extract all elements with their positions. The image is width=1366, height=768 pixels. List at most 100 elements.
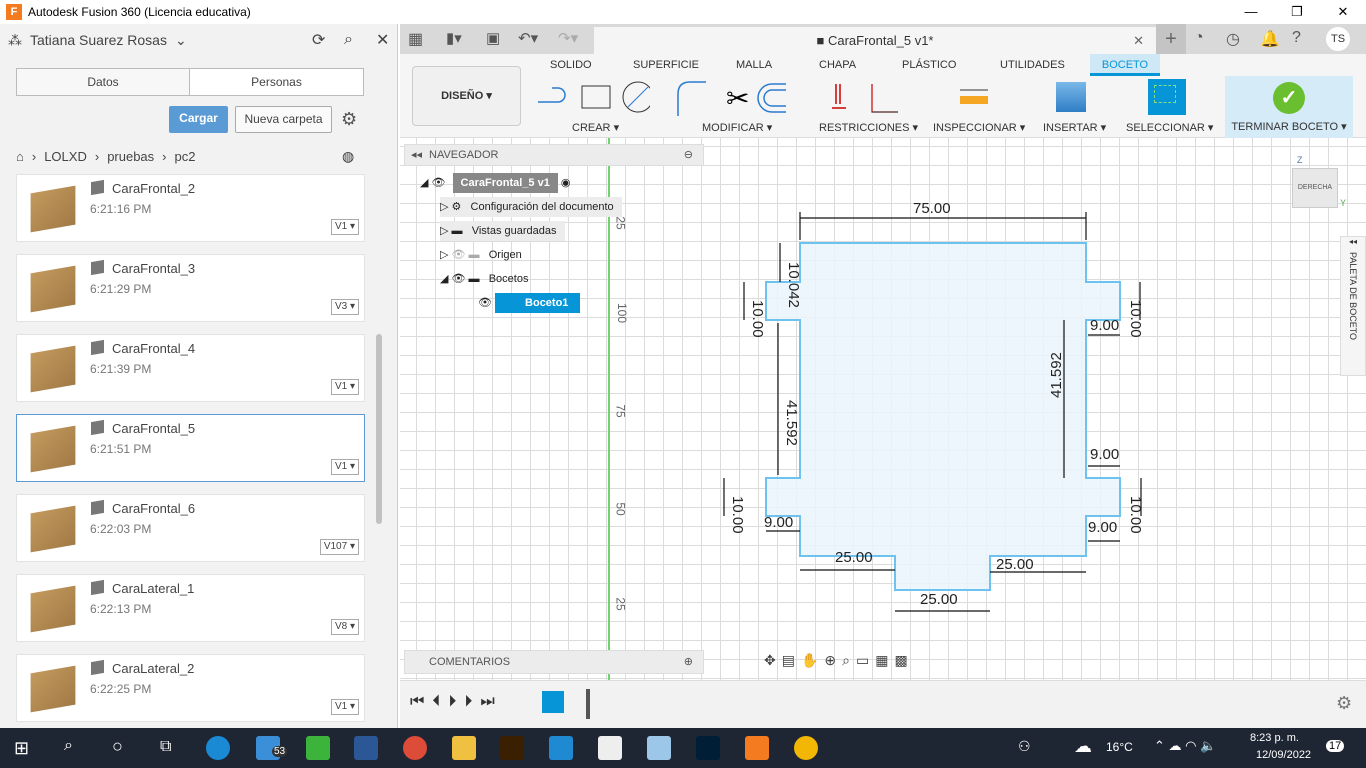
group-modificar[interactable]: MODIFICAR ▾ (702, 121, 772, 134)
tree-node-origin[interactable]: ▷ 👁 ▬ Origen (440, 245, 522, 265)
home-icon[interactable]: ⌂ (16, 149, 24, 164)
file-name[interactable]: CaraFrontal_4 (112, 341, 195, 356)
crumb-pc2[interactable]: pc2 (175, 149, 196, 164)
timeline-sketch-icon[interactable] (542, 691, 564, 713)
create-tools-icons[interactable] (530, 80, 650, 116)
version-dropdown[interactable]: V1 ▾ (330, 219, 359, 235)
version-dropdown[interactable]: V107 ▾ (319, 539, 359, 555)
file-icon[interactable]: ▮▾ (446, 29, 462, 47)
group-seleccionar[interactable]: SELECCIONAR ▾ (1126, 121, 1213, 134)
dimension-label[interactable]: 10.042 (785, 262, 802, 308)
avatar[interactable]: TS (1326, 27, 1350, 51)
tab-solido[interactable]: SOLIDO (550, 59, 592, 71)
tree-node-settings[interactable]: ▷ ⚙ Configuración del documento (440, 197, 622, 217)
notification-center[interactable]: 17 (1326, 740, 1345, 752)
tab-boceto[interactable]: BOCETO (1090, 54, 1160, 76)
chevron-down-icon[interactable]: ⌄ (175, 32, 187, 49)
file-name[interactable]: CaraFrontal_5 (112, 421, 195, 436)
app-icon[interactable] (306, 736, 330, 760)
tree-node-sketch1[interactable]: 👁 Boceto1 (478, 293, 581, 313)
file-item[interactable]: CaraLateral_1 6:22:13 PM V8 ▾ (16, 574, 365, 642)
comments-panel[interactable]: COMENTARIOS ⊕ (404, 650, 704, 674)
tree-node-sketches[interactable]: ◢ 👁 ▬ Bocetos (440, 269, 528, 289)
dimension-label[interactable]: 25.00 (835, 549, 873, 566)
navigator-header[interactable]: ◂◂ NAVEGADOR ⊖ (404, 144, 704, 166)
group-restricciones[interactable]: RESTRICCIONES ▾ (819, 121, 918, 134)
search-icon[interactable]: ⌕ (344, 31, 353, 49)
file-item[interactable]: CaraFrontal_2 6:21:16 PM V1 ▾ (16, 174, 365, 242)
explorer-icon[interactable] (452, 736, 476, 760)
dimension-label[interactable]: 9.00 (764, 514, 793, 531)
chrome-icon[interactable] (403, 736, 427, 760)
new-tab-button[interactable]: + (1156, 24, 1186, 54)
version-dropdown[interactable]: V1 ▾ (330, 699, 359, 715)
dimension-label[interactable]: 10.00 (749, 300, 766, 338)
constraints-icons[interactable] (828, 80, 898, 114)
maximize-button[interactable]: ❐ (1274, 0, 1320, 24)
file-name[interactable]: CaraFrontal_3 (112, 261, 195, 276)
file-item[interactable]: CaraFrontal_6 6:22:03 PM V107 ▾ (16, 494, 365, 562)
version-dropdown[interactable]: V1 ▾ (330, 459, 359, 475)
document-tab[interactable]: ■ CaraFrontal_5 v1* ✕ (594, 27, 1156, 54)
photoshop-icon[interactable] (696, 736, 720, 760)
tab-superficie[interactable]: SUPERFICIE (633, 59, 699, 71)
measure-icon[interactable] (958, 84, 990, 106)
close-button[interactable]: ✕ (1320, 0, 1366, 24)
version-dropdown[interactable]: V1 ▾ (330, 379, 359, 395)
dimension-label[interactable]: 9.00 (1090, 317, 1119, 334)
gear-icon[interactable]: ⚙ (341, 109, 357, 130)
group-crear[interactable]: CREAR ▾ (572, 121, 619, 134)
crumb-pruebas[interactable]: pruebas (107, 149, 154, 164)
task-view-icon[interactable]: ⧉ (160, 738, 171, 756)
dimension-label[interactable]: 10.00 (1127, 300, 1144, 338)
fusion-taskbar-icon[interactable] (745, 736, 769, 760)
dimension-label[interactable]: 25.00 (920, 591, 958, 608)
tab-malla[interactable]: MALLA (736, 59, 772, 71)
dimension-label[interactable]: 41.592 (783, 400, 800, 446)
store-icon[interactable] (598, 736, 622, 760)
dimension-label[interactable]: 10.00 (1127, 496, 1144, 534)
group-insertar[interactable]: INSERTAR ▾ (1043, 121, 1106, 134)
viewcube[interactable]: DERECHA (1292, 168, 1338, 208)
file-name[interactable]: CaraFrontal_6 (112, 501, 195, 516)
redo-icon[interactable]: ↷▾ (558, 29, 578, 47)
people-icon[interactable]: ⚇ (1018, 738, 1031, 755)
tab-personas[interactable]: Personas (189, 68, 364, 96)
dimension-label[interactable]: 9.00 (1090, 446, 1119, 463)
clock-time[interactable]: 8:23 p. m. (1250, 732, 1299, 744)
dimension-label[interactable]: 10.00 (729, 496, 746, 534)
navigation-toolbar[interactable]: ✥▤✋⊕⌕▭▦▩ (764, 652, 914, 669)
globe-icon[interactable]: ◍ (342, 148, 354, 165)
edge-icon[interactable] (206, 736, 230, 760)
dimension-label[interactable]: 41.592 (1048, 352, 1065, 398)
dimension-label[interactable]: 75.00 (913, 200, 951, 217)
grid-menu-icon[interactable]: ▦ (408, 29, 423, 49)
file-name[interactable]: CaraLateral_2 (112, 661, 194, 676)
tab-utilidades[interactable]: UTILIDADES (1000, 59, 1065, 71)
scrollbar[interactable] (376, 334, 382, 524)
file-name[interactable]: CaraLateral_1 (112, 581, 194, 596)
sketch-canvas[interactable]: 100 75 50 25 25 DERECHA Z Y ◂◂ PALETA DE… (400, 138, 1366, 680)
clock-date[interactable]: 12/09/2022 (1256, 749, 1311, 761)
version-dropdown[interactable]: V8 ▾ (330, 619, 359, 635)
tree-node-views[interactable]: ▷ ▬ Vistas guardadas (440, 221, 565, 241)
help-icon[interactable]: ? (1292, 29, 1301, 47)
tab-datos[interactable]: Datos (16, 68, 190, 96)
dimension-label[interactable]: 9.00 (1088, 519, 1117, 536)
version-dropdown[interactable]: V3 ▾ (330, 299, 359, 315)
weather-icon[interactable]: ☁ (1074, 736, 1092, 757)
upload-button[interactable]: Cargar (169, 106, 228, 133)
undo-icon[interactable]: ↶▾ (518, 29, 538, 47)
cortana-icon[interactable]: ○ (112, 736, 123, 757)
extensions-icon[interactable]: ◔ (1194, 29, 1204, 47)
file-item[interactable]: CaraFrontal_3 6:21:29 PM V3 ▾ (16, 254, 365, 322)
tray-icons[interactable]: ⌃ ☁ ◠ 🔈 (1154, 738, 1216, 754)
minimize-button[interactable]: — (1228, 0, 1274, 24)
insert-image-icon[interactable] (1056, 82, 1086, 112)
save-icon[interactable]: ▣ (486, 29, 500, 47)
dimension-label[interactable]: 25.00 (996, 556, 1034, 573)
file-item[interactable]: CaraFrontal_4 6:21:39 PM V1 ▾ (16, 334, 365, 402)
search-icon[interactable]: ⌕ (64, 737, 73, 755)
modify-tools-icons[interactable]: ✂ (676, 78, 788, 118)
app-cube-icon[interactable] (647, 736, 671, 760)
